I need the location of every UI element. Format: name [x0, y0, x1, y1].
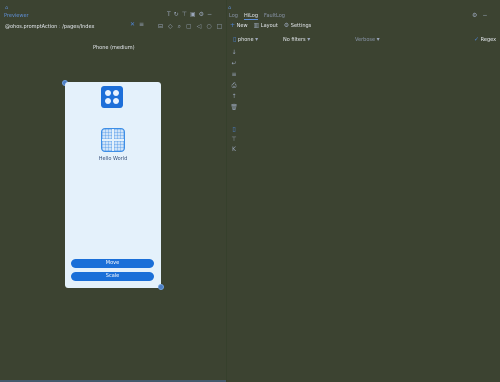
funnel-icon[interactable]: ⊤	[231, 137, 236, 143]
layout-button[interactable]: ▥ Layout	[254, 23, 278, 30]
breadcrumb-module[interactable]: @ohos.promptAction	[5, 24, 57, 30]
ide-window: ⌂ Previewer T ↻ ⊤ ▣ ⚙ − @ohos.promptActi…	[0, 0, 500, 382]
theme-icon[interactable]: T	[167, 12, 171, 18]
zoom-icon[interactable]: ⌕	[178, 24, 181, 30]
log-tabs: Log HiLog FaultLog	[229, 13, 285, 20]
delete-icon[interactable]: 🗑	[230, 105, 238, 111]
scale-button[interactable]: Scale	[71, 272, 154, 281]
tab-faultlog[interactable]: FaultLog	[264, 13, 285, 20]
frame-icon[interactable]: ▢	[186, 24, 192, 30]
filter-select[interactable]: No filters ▾	[283, 36, 311, 44]
device-label: Phone (medium)	[93, 45, 135, 51]
log-side-toolbar: ↓ ↵ ≡ ⎙ ↑ 🗑	[230, 50, 238, 111]
tab-log[interactable]: Log	[229, 13, 238, 20]
phone-screen: Hello World Move Scale	[65, 82, 161, 288]
close-icon[interactable]: ✕	[130, 22, 135, 28]
regex-checkbox[interactable]: ✓ Regex	[474, 36, 496, 44]
minimize-icon[interactable]: −	[207, 12, 212, 18]
phone-icon: ▯	[233, 36, 237, 43]
multi-device-icon[interactable]: ⊟	[158, 24, 163, 30]
chevron-down-icon: ▾	[376, 36, 380, 43]
menu-icon[interactable]: ≡	[139, 22, 144, 28]
new-button[interactable]: + New	[230, 23, 248, 30]
previewer-toolbar: T ↻ ⊤ ▣ ⚙ −	[167, 12, 212, 18]
hello-text: Hello World	[98, 156, 128, 162]
expand-icon[interactable]: ▣	[190, 12, 196, 18]
recent-icon[interactable]: □	[217, 24, 223, 30]
check-icon: ✓	[474, 36, 480, 43]
previewer-title: Previewer	[4, 13, 29, 19]
level-select[interactable]: Verbose ▾	[355, 36, 380, 44]
lattice-image-icon	[101, 128, 125, 152]
panel-divider[interactable]	[226, 0, 227, 382]
up-arrow-icon[interactable]: ↑	[231, 94, 236, 100]
home-icon[interactable]: ○	[206, 24, 211, 30]
previewer-icon: ⌂	[5, 5, 9, 11]
chevron-down-icon: ▾	[255, 36, 259, 43]
device-icon[interactable]: ▯	[232, 127, 235, 133]
log-settings-button[interactable]: ⚙ Settings	[284, 23, 312, 30]
move-button[interactable]: Move	[71, 259, 154, 268]
device-toolbar: ⊟ ◇ ⌕ ▢ ◁ ○ □	[158, 24, 222, 30]
chevron-down-icon: ▾	[307, 36, 311, 43]
log-window-controls: ⚙ −	[472, 13, 487, 19]
scroll-to-end-icon[interactable]: ↓	[231, 50, 236, 56]
print-icon[interactable]: ⎙	[232, 83, 237, 89]
back-icon[interactable]: ◁	[197, 24, 202, 30]
breadcrumb-path[interactable]: /pages/Index	[62, 24, 94, 30]
log-panel-icon: ⌂	[228, 5, 232, 11]
tab-hilog[interactable]: HiLog	[243, 13, 259, 20]
rotate-icon[interactable]: ◇	[168, 24, 173, 30]
minimize-icon[interactable]: −	[482, 13, 487, 19]
settings-icon[interactable]: ⚙	[472, 13, 477, 19]
app-logo-icon	[101, 86, 123, 108]
log-toolbar: + New ▥ Layout ⚙ Settings	[230, 23, 312, 30]
log-side-toolbar-lower: ▯ ⊤ K	[230, 127, 238, 153]
soft-wrap-icon[interactable]: ↵	[231, 61, 236, 67]
preview-controls: ✕ ≡	[130, 22, 144, 28]
filter-icon[interactable]: ≡	[231, 72, 236, 78]
refresh-icon[interactable]: ↻	[174, 12, 179, 18]
settings-icon[interactable]: ⚙	[199, 12, 204, 18]
device-select[interactable]: ▯ phone ▾	[233, 36, 259, 44]
resize-handle-bottom-right[interactable]	[158, 284, 164, 290]
collapse-icon[interactable]: K	[232, 147, 236, 153]
pin-icon[interactable]: ⊤	[182, 12, 187, 18]
breadcrumb: @ohos.promptAction : /pages/Index	[5, 24, 95, 30]
